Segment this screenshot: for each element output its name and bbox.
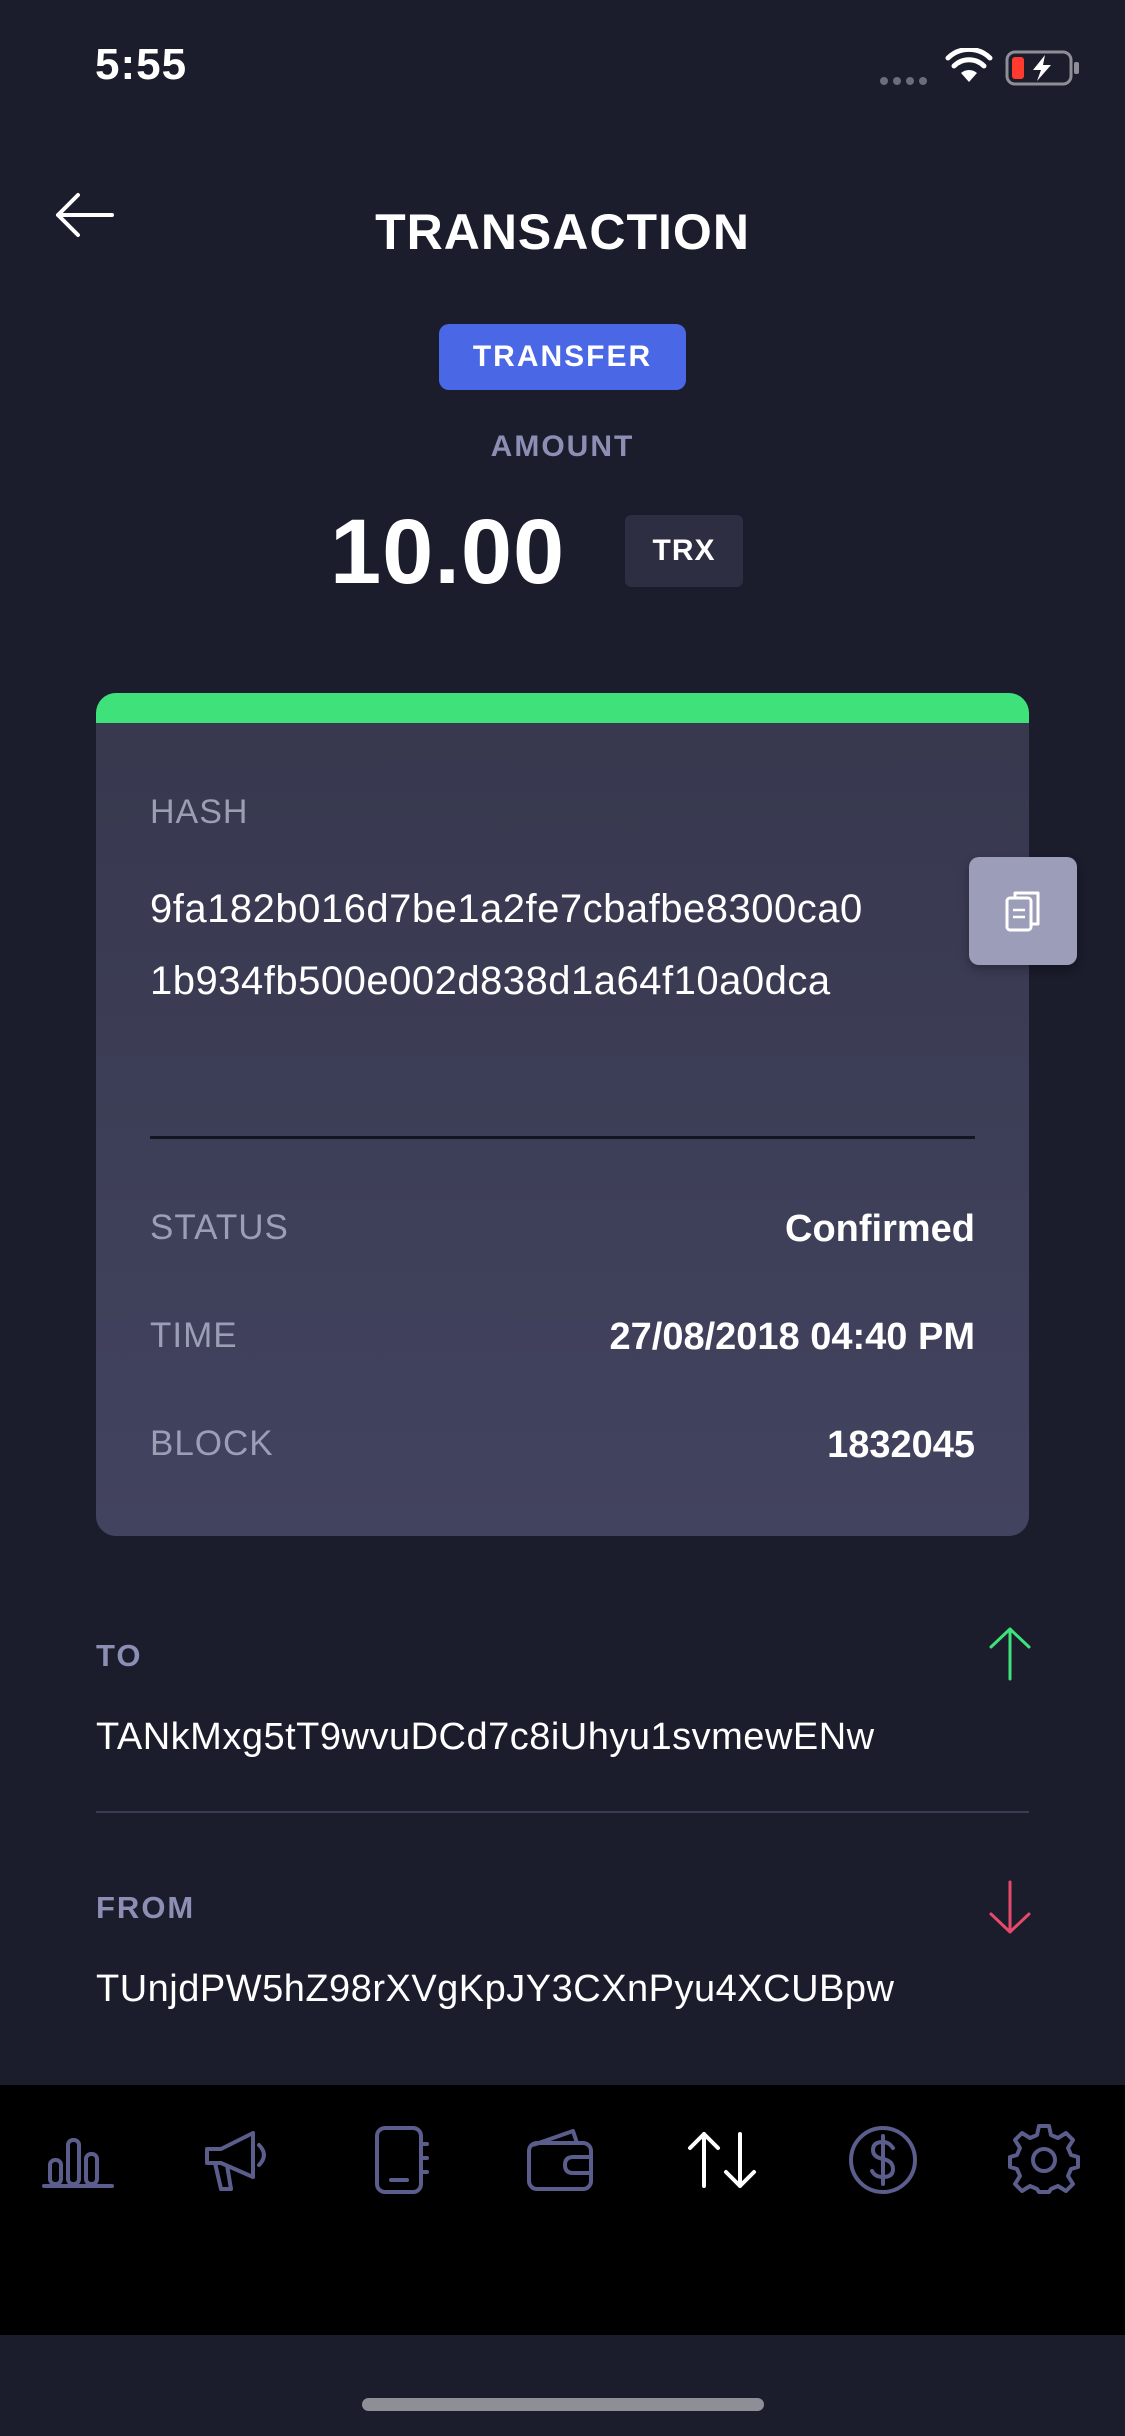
block-label: BLOCK — [150, 1424, 274, 1463]
from-address[interactable]: TUnjdPW5hZ98rXVgKpJY3CXnPyu4XCUBpw — [96, 1968, 894, 2011]
dollar-icon — [849, 2126, 917, 2194]
address-book-icon — [375, 2126, 429, 2194]
to-address[interactable]: TANkMxg5tT9wvuDCd7c8iUhyu1svmewENw — [96, 1716, 875, 1759]
settings-icon — [1008, 2124, 1080, 2194]
megaphone-icon — [205, 2131, 266, 2191]
home-indicator[interactable] — [362, 2398, 764, 2411]
status-value: Confirmed — [785, 1208, 975, 1250]
chart-bars-icon — [42, 2138, 114, 2188]
status-bar: 5:55 — [0, 0, 1125, 140]
wifi-icon — [945, 48, 993, 82]
tab-settings[interactable] — [999, 2120, 1089, 2200]
page-title: TRANSACTION — [375, 204, 750, 260]
tab-balance[interactable] — [838, 2120, 928, 2200]
arrow-down-icon — [989, 1880, 1031, 1934]
status-row: STATUS Confirmed — [150, 1208, 975, 1268]
home-indicator-area — [0, 2335, 1125, 2436]
tab-address-book[interactable] — [355, 2120, 445, 2200]
to-label: TO — [96, 1638, 143, 1673]
transactions-icon — [688, 2132, 756, 2188]
hash-label: HASH — [150, 793, 249, 831]
time-label: TIME — [150, 1316, 238, 1355]
amount-value: 10.00 — [330, 501, 566, 603]
copy-icon — [1005, 891, 1040, 932]
block-value: 1832045 — [827, 1424, 975, 1466]
copy-hash-button[interactable] — [969, 857, 1077, 965]
tab-wallet[interactable] — [516, 2120, 606, 2200]
tab-transactions[interactable] — [677, 2120, 767, 2200]
transaction-details-card: HASH 9fa182b016d7be1a2fe7cbafbe8300ca01b… — [96, 693, 1029, 1536]
time-row: TIME 27/08/2018 04:40 PM — [150, 1316, 975, 1376]
block-row: BLOCK 1832045 — [150, 1424, 975, 1484]
wallet-icon — [527, 2129, 593, 2191]
divider — [96, 1811, 1029, 1813]
hash-value[interactable]: 9fa182b016d7be1a2fe7cbafbe8300ca01b934fb… — [150, 873, 870, 1017]
status-label: STATUS — [150, 1208, 289, 1247]
status-time: 5:55 — [95, 40, 188, 89]
time-value: 27/08/2018 04:40 PM — [609, 1316, 976, 1358]
cellular-signal-icon — [880, 72, 932, 90]
battery-low-charging-icon — [1005, 50, 1079, 86]
divider — [150, 1136, 975, 1139]
tab-announcements[interactable] — [194, 2120, 284, 2200]
amount-label: AMOUNT — [490, 430, 635, 463]
currency-badge: TRX — [625, 515, 743, 587]
from-label: FROM — [96, 1890, 196, 1925]
arrow-up-icon — [989, 1627, 1031, 1681]
tab-markets[interactable] — [33, 2120, 123, 2200]
transaction-type-badge: TRANSFER — [439, 324, 686, 390]
status-accent-bar — [96, 693, 1029, 723]
